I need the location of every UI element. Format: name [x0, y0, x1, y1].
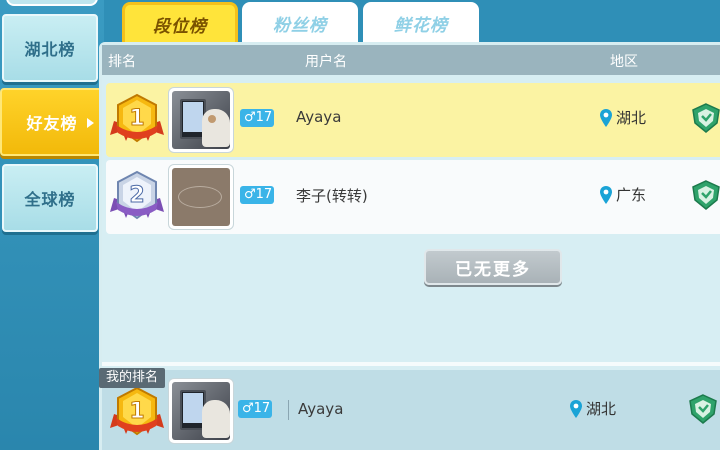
my-rank-row[interactable]: 1 ♂17 Ayaya 湖北: [102, 370, 720, 450]
no-more-label: 已无更多: [455, 259, 531, 280]
region-label: 广东: [616, 186, 647, 204]
sidebar-top-cap: [6, 0, 98, 6]
table-row[interactable]: 2 ♂17 李子(转转) 广东: [106, 160, 720, 234]
separator: [288, 400, 289, 420]
no-more-button[interactable]: 已无更多: [424, 249, 562, 285]
sidebar-item-label: 全球榜: [24, 190, 76, 209]
leaderboard-panel: 排名 用户名 地区 1 ♂17 Ayaya 湖北 2 ♂17 李子(转转) 广东…: [99, 42, 720, 450]
level-value: 17: [255, 187, 273, 202]
tab-rank-tier[interactable]: 段位榜: [122, 2, 238, 44]
avatar[interactable]: [168, 164, 234, 230]
tab-label: 鲜花榜: [394, 15, 448, 36]
header-region: 地区: [610, 54, 638, 70]
level-value: 17: [253, 401, 271, 416]
shield-icon: [692, 103, 720, 133]
tab-label: 粉丝榜: [273, 15, 327, 36]
header-username: 用户名: [305, 54, 347, 70]
tab-label: 段位榜: [153, 17, 207, 37]
tab-fans[interactable]: 粉丝榜: [242, 2, 358, 44]
username: Ayaya: [296, 108, 342, 126]
region: 广东: [600, 184, 646, 205]
sidebar: 湖北榜 好友榜 全球榜: [0, 0, 104, 450]
location-pin-icon: [600, 108, 612, 127]
tab-flowers[interactable]: 鲜花榜: [363, 2, 479, 44]
table-header: 排名 用户名 地区: [102, 45, 720, 75]
header-rank: 排名: [108, 54, 136, 70]
sidebar-item-label: 湖北榜: [24, 40, 76, 59]
region-label: 湖北: [586, 400, 617, 418]
level-value: 17: [255, 110, 273, 125]
shield-icon: [689, 394, 717, 424]
gold-medal-icon: 1: [110, 93, 164, 143]
male-icon: ♂: [244, 187, 256, 202]
divider: [102, 362, 720, 366]
rank-number: 1: [129, 399, 144, 424]
level-badge: ♂17: [240, 109, 274, 127]
male-icon: ♂: [242, 401, 254, 416]
sidebar-item-friends[interactable]: 好友榜: [0, 88, 104, 156]
shield-icon: [692, 180, 720, 210]
sidebar-item-hubei[interactable]: 湖北榜: [2, 14, 98, 82]
location-pin-icon: [600, 185, 612, 204]
location-pin-icon: [570, 399, 582, 418]
sidebar-item-global[interactable]: 全球榜: [2, 164, 98, 232]
silver-medal-icon: 2: [110, 170, 164, 220]
username: Ayaya: [298, 400, 344, 418]
region: 湖北: [570, 398, 616, 419]
chevron-right-icon: [87, 118, 94, 128]
level-badge: ♂17: [238, 400, 272, 418]
username: 李子(转转): [296, 187, 368, 205]
my-rank-label: 我的排名: [99, 368, 165, 388]
rank-number: 1: [129, 106, 144, 131]
male-icon: ♂: [244, 110, 256, 125]
rank-number: 2: [129, 183, 144, 208]
gold-medal-icon: 1: [110, 386, 164, 436]
region: 湖北: [600, 107, 646, 128]
region-label: 湖北: [616, 109, 647, 127]
table-row[interactable]: 1 ♂17 Ayaya 湖北: [106, 83, 720, 157]
sidebar-item-label: 好友榜: [26, 114, 78, 133]
level-badge: ♂17: [240, 186, 274, 204]
avatar[interactable]: [168, 378, 234, 444]
avatar[interactable]: [168, 87, 234, 153]
